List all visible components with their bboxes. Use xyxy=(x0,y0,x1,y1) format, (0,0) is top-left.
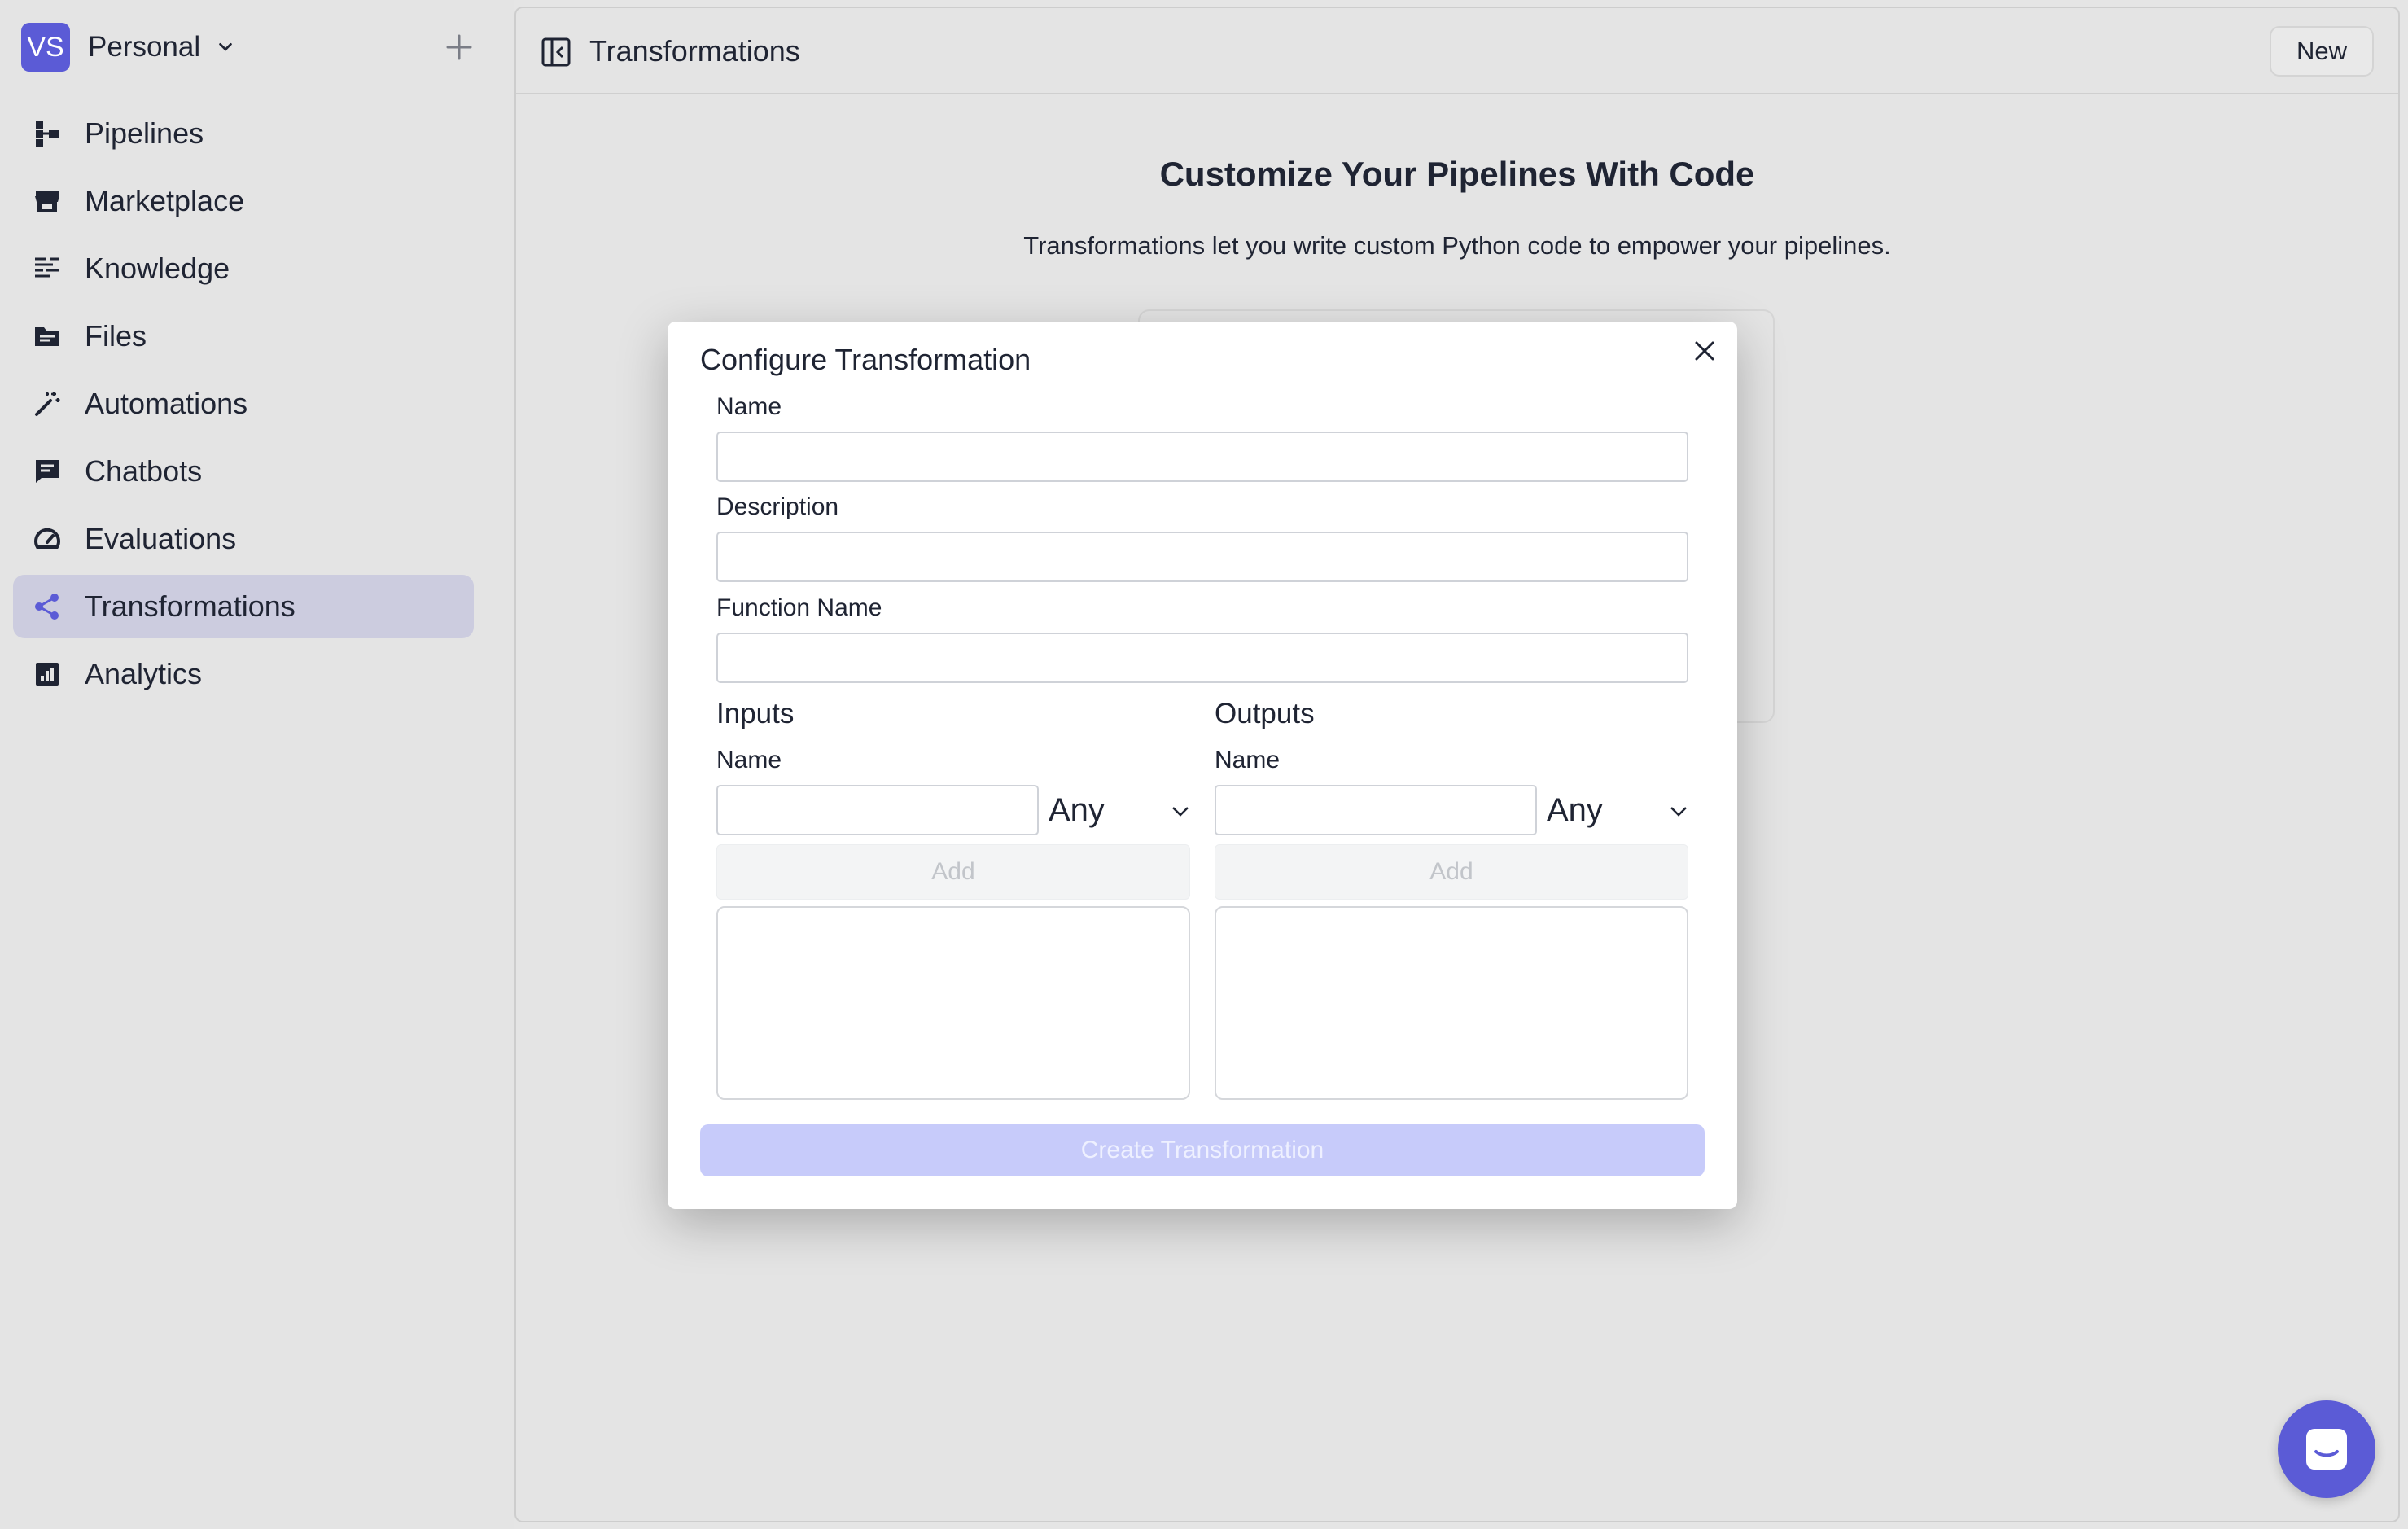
close-icon[interactable] xyxy=(1688,335,1721,367)
dialog-title: Configure Transformation xyxy=(700,343,1031,376)
sidebar-nav: Pipelines Marketplace Knowledge Files Au… xyxy=(13,102,474,710)
create-transformation-button[interactable]: Create Transformation xyxy=(700,1124,1705,1176)
sidebar-item-label: Evaluations xyxy=(85,522,237,555)
chat-bubble-icon xyxy=(2306,1429,2347,1470)
sidebar-item-analytics[interactable]: Analytics xyxy=(13,642,474,706)
page-title: Transformations xyxy=(589,34,800,68)
top-bar: Transformations New xyxy=(516,8,2398,94)
sidebar-item-transformations[interactable]: Transformations xyxy=(13,575,474,638)
pipelines-icon xyxy=(36,121,59,147)
share-nodes-icon xyxy=(35,594,59,620)
hero-title: Customize Your Pipelines With Code xyxy=(1159,155,1755,193)
function-name-field[interactable] xyxy=(716,633,1688,683)
sidebar-item-label: Analytics xyxy=(85,657,203,690)
input-name-field[interactable] xyxy=(716,785,1039,835)
workspace-switcher[interactable]: VS Personal xyxy=(21,23,477,72)
outputs-heading: Outputs xyxy=(1215,698,1315,729)
sidebar-item-chatbots[interactable]: Chatbots xyxy=(13,440,474,503)
name-label: Name xyxy=(716,393,782,420)
support-chat-button[interactable] xyxy=(2278,1400,2375,1498)
workspace-avatar: VS xyxy=(21,23,70,72)
toggle-sidebar-icon[interactable] xyxy=(541,37,571,68)
sidebar: VS Personal Pipelines Marketplace Knowle… xyxy=(0,0,514,1529)
new-button[interactable]: New xyxy=(2270,26,2374,77)
inputs-list xyxy=(716,906,1190,1100)
magic-wand-icon xyxy=(35,392,60,416)
sidebar-item-label: Files xyxy=(85,319,147,353)
sidebar-item-label: Pipelines xyxy=(85,116,204,150)
output-name-label: Name xyxy=(1215,747,1281,773)
input-type-select[interactable]: Any xyxy=(1044,785,1190,835)
sidebar-item-pipelines[interactable]: Pipelines xyxy=(13,102,474,165)
sidebar-item-automations[interactable]: Automations xyxy=(13,372,474,436)
knowledge-icon xyxy=(35,257,59,278)
bar-chart-icon xyxy=(36,663,59,686)
sidebar-item-marketplace[interactable]: Marketplace xyxy=(13,169,474,233)
chevron-down-icon xyxy=(1172,807,1189,817)
description-label: Description xyxy=(716,493,839,520)
hero-subtitle: Transformations let you write custom Pyt… xyxy=(1023,231,1891,260)
sidebar-item-knowledge[interactable]: Knowledge xyxy=(13,237,474,300)
chevron-down-icon xyxy=(1670,807,1687,817)
function-name-label: Function Name xyxy=(716,594,882,621)
chevron-down-icon xyxy=(219,42,232,51)
add-workspace-icon[interactable] xyxy=(441,29,477,65)
output-name-field[interactable] xyxy=(1215,785,1537,835)
folder-icon xyxy=(35,327,59,346)
add-input-button[interactable]: Add xyxy=(716,844,1190,900)
sidebar-item-evaluations[interactable]: Evaluations xyxy=(13,507,474,571)
name-field[interactable] xyxy=(716,432,1688,482)
input-type-value: Any xyxy=(1049,791,1105,828)
workspace-name: Personal xyxy=(88,31,201,63)
sidebar-item-label: Chatbots xyxy=(85,454,203,488)
configure-transformation-dialog: Configure Transformation Name Descriptio… xyxy=(668,322,1737,1209)
sidebar-item-label: Knowledge xyxy=(85,252,230,285)
outputs-list xyxy=(1215,906,1688,1100)
output-type-select[interactable]: Any xyxy=(1542,785,1688,835)
store-icon xyxy=(35,191,59,212)
input-name-label: Name xyxy=(716,747,782,773)
sidebar-item-label: Marketplace xyxy=(85,184,245,217)
gauge-icon xyxy=(34,528,60,549)
sidebar-item-files[interactable]: Files xyxy=(13,304,474,368)
inputs-heading: Inputs xyxy=(716,698,795,729)
sidebar-item-label: Automations xyxy=(85,387,248,420)
sidebar-item-label: Transformations xyxy=(85,589,296,623)
chat-icon xyxy=(36,460,59,483)
output-type-value: Any xyxy=(1547,791,1603,828)
add-output-button[interactable]: Add xyxy=(1215,844,1688,900)
description-field[interactable] xyxy=(716,532,1688,582)
